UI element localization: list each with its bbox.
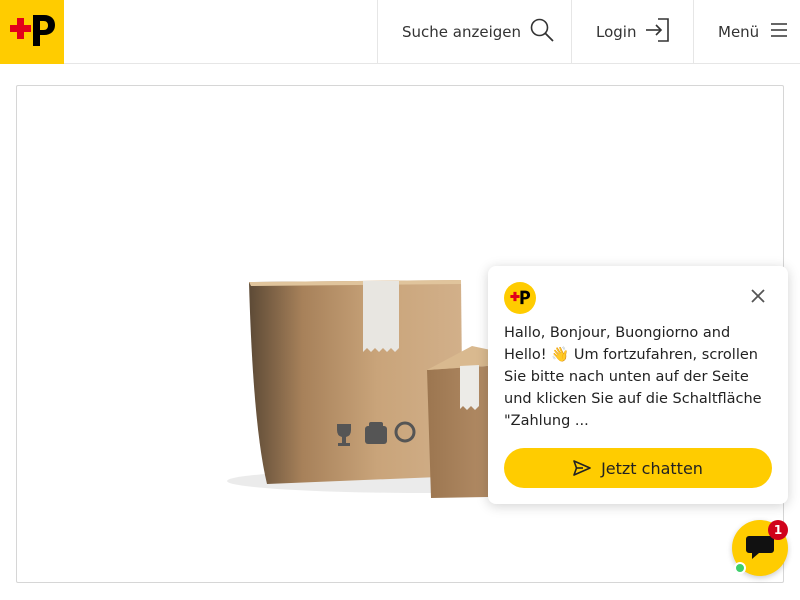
chat-message: Hallo, Bonjour, Buongiorno and Hello! 👋 … xyxy=(504,325,762,429)
login-button[interactable]: Login xyxy=(571,0,693,64)
close-icon[interactable] xyxy=(748,286,768,306)
chat-avatar-logo-icon xyxy=(504,282,536,314)
start-chat-label: Jetzt chatten xyxy=(601,458,703,478)
online-status-indicator xyxy=(734,562,746,574)
search-label: Suche anzeigen xyxy=(402,23,522,41)
swiss-post-logo[interactable] xyxy=(0,0,64,64)
start-chat-button[interactable]: Jetzt chatten xyxy=(504,448,772,488)
login-arrow-icon xyxy=(644,17,670,47)
site-header: Suche anzeigen Login Menü xyxy=(0,0,800,64)
login-label: Login xyxy=(596,23,637,41)
hamburger-icon xyxy=(767,20,789,44)
search-icon xyxy=(529,17,555,47)
notification-badge: 1 xyxy=(768,520,788,540)
search-button[interactable]: Suche anzeigen xyxy=(377,0,571,64)
swiss-post-logo-icon xyxy=(0,0,64,64)
menu-label: Menü xyxy=(718,23,760,41)
menu-button[interactable]: Menü xyxy=(693,0,800,64)
chat-popup: Hallo, Bonjour, Buongiorno and Hello! 👋 … xyxy=(488,266,788,504)
send-icon xyxy=(573,460,591,476)
